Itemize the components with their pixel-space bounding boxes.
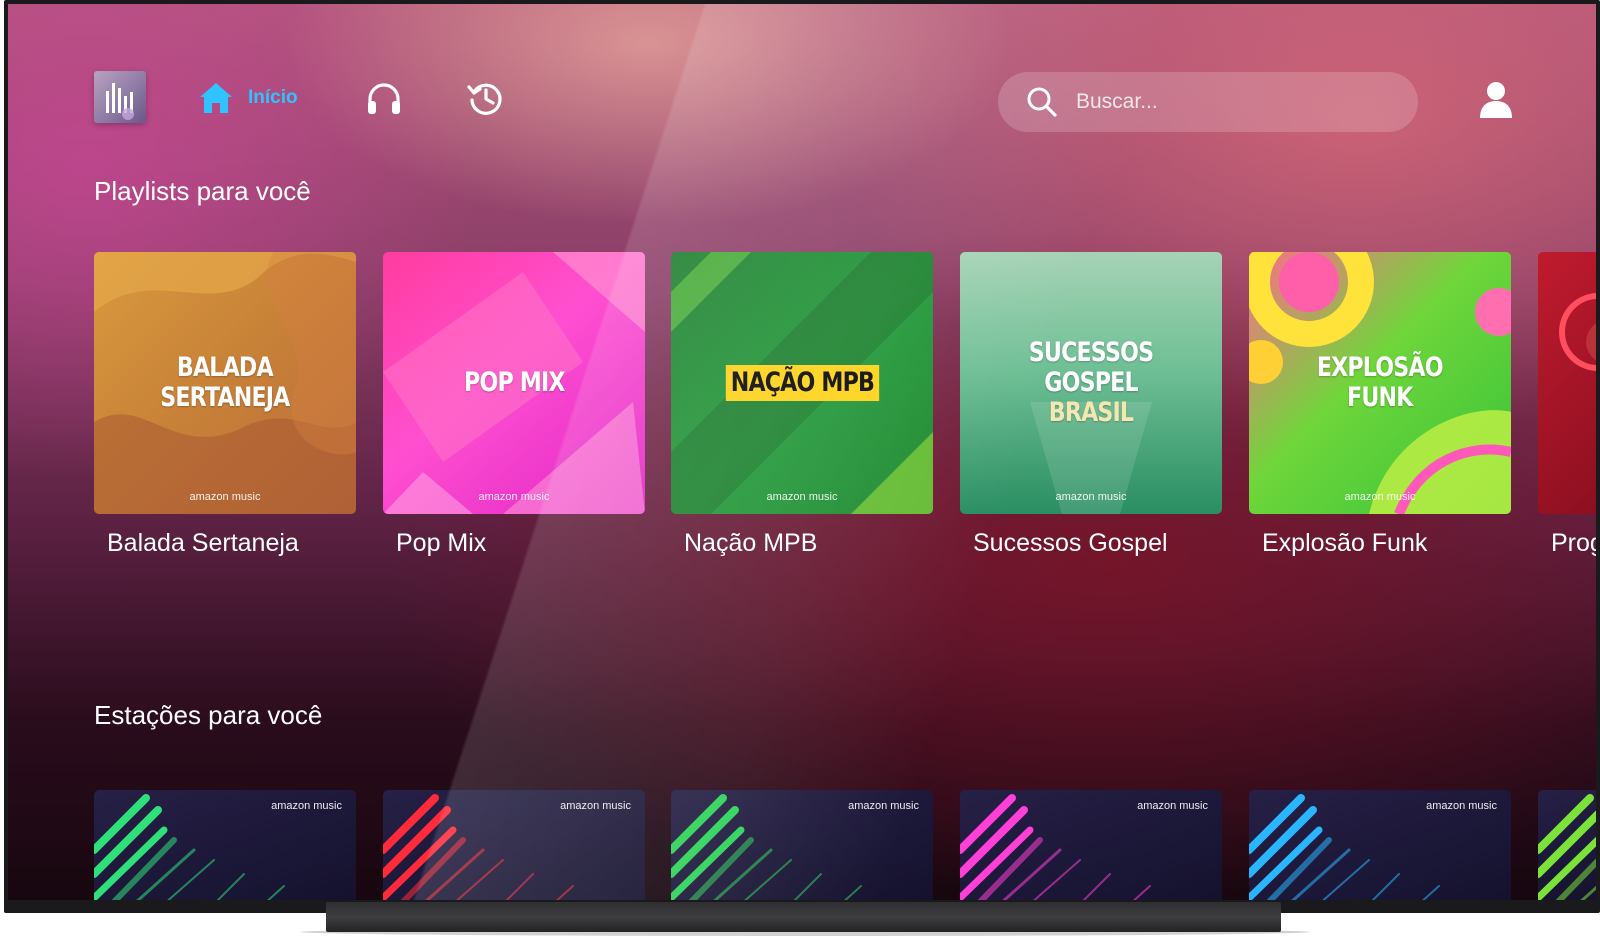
playlist-label[interactable]: Balada Sertaneja bbox=[107, 529, 299, 558]
station-stripes bbox=[1538, 794, 1596, 900]
station-stripe bbox=[1538, 794, 1594, 854]
history-icon bbox=[467, 83, 502, 115]
nav-home-label: Início bbox=[248, 87, 298, 108]
playlist-label[interactable]: Prog bbox=[1551, 529, 1596, 558]
station-stripe bbox=[1371, 873, 1400, 900]
station-stripe bbox=[1132, 885, 1151, 900]
equalizer-logo-icon[interactable] bbox=[94, 71, 146, 123]
cover-title-line: BALADA bbox=[177, 352, 274, 383]
amazon-music-brand: amazon music bbox=[766, 491, 838, 503]
station-stripe bbox=[960, 794, 1016, 854]
playlist-label[interactable]: Explosão Funk bbox=[1262, 529, 1427, 558]
search-icon bbox=[1027, 87, 1057, 117]
playlist-label[interactable]: Pop Mix bbox=[396, 529, 486, 558]
station-stripe bbox=[1322, 859, 1370, 900]
station-stripe bbox=[1082, 873, 1111, 900]
playlist-card-explosao-funk[interactable]: EXPLOSÃO FUNK amazon music bbox=[1249, 252, 1511, 514]
playlist-card-sucessos-gospel[interactable]: SUCESSOS GOSPEL BRASIL amazon music bbox=[960, 252, 1222, 514]
playlist-card-pop-mix[interactable]: POP MIX amazon music bbox=[383, 252, 645, 514]
profile-button[interactable] bbox=[1478, 80, 1514, 124]
user-icon bbox=[1480, 82, 1512, 118]
amazon-music-brand: amazon music bbox=[848, 800, 919, 812]
tv-stand bbox=[326, 902, 1281, 932]
amazon-music-brand: amazon music bbox=[560, 800, 631, 812]
cover-title-line: BRASIL bbox=[1048, 397, 1134, 428]
amazon-music-brand: amazon music bbox=[189, 491, 261, 503]
search-input[interactable] bbox=[1076, 90, 1396, 114]
station-stripe bbox=[94, 794, 150, 854]
station-stripe bbox=[383, 794, 439, 854]
amazon-music-brand: amazon music bbox=[1344, 491, 1416, 503]
cover-title-line: SUCESSOS GOSPEL bbox=[1028, 337, 1154, 398]
station-stripe bbox=[456, 859, 504, 900]
station-stripe bbox=[1033, 859, 1081, 900]
station-stripe bbox=[555, 885, 574, 900]
amazon-music-brand: amazon music bbox=[1137, 800, 1208, 812]
station-card[interactable]: amazon music bbox=[383, 790, 645, 900]
section-title-stations: Estações para você bbox=[94, 700, 323, 730]
playlist-label[interactable]: Sucessos Gospel bbox=[973, 529, 1168, 558]
station-card[interactable]: amazon music bbox=[94, 790, 356, 900]
station-stripe bbox=[266, 885, 285, 900]
amazon-music-brand: amazon music bbox=[1055, 491, 1127, 503]
station-stripe bbox=[1249, 794, 1305, 854]
nav-history[interactable] bbox=[466, 78, 506, 118]
amazon-music-brand: amazon music bbox=[271, 800, 342, 812]
section-title-playlists: Playlists para você bbox=[94, 176, 311, 206]
headphones-icon bbox=[368, 83, 400, 114]
station-card[interactable]: amazon music bbox=[671, 790, 933, 900]
playlist-card-partial[interactable] bbox=[1538, 252, 1596, 514]
cover-title-line: NAÇÃO MPB bbox=[730, 367, 874, 398]
station-stripe bbox=[793, 873, 822, 900]
station-card[interactable]: amazon music bbox=[960, 790, 1222, 900]
station-stripe bbox=[671, 794, 727, 854]
station-stripe bbox=[843, 885, 862, 900]
nav-headphones[interactable] bbox=[364, 78, 404, 118]
cover-title-line: POP MIX bbox=[463, 367, 565, 398]
nav-home[interactable]: Início bbox=[198, 76, 298, 120]
home-icon bbox=[200, 83, 232, 113]
station-card[interactable]: amazon music bbox=[1249, 790, 1511, 900]
playlist-card-balada-sertaneja[interactable]: BALADA SERTANEJA amazon music bbox=[94, 252, 356, 514]
station-stripe bbox=[167, 859, 215, 900]
cover-title-line: EXPLOSÃO bbox=[1317, 352, 1444, 383]
cover-title-line: SERTANEJA bbox=[160, 382, 290, 413]
station-stripe bbox=[505, 873, 534, 900]
amazon-music-brand: amazon music bbox=[1426, 800, 1497, 812]
station-stripe bbox=[216, 873, 245, 900]
search-bar[interactable] bbox=[998, 72, 1418, 132]
station-stripe bbox=[744, 859, 792, 900]
amazon-music-brand: amazon music bbox=[478, 491, 550, 503]
playlist-card-nacao-mpb[interactable]: NAÇÃO MPB amazon music bbox=[671, 252, 933, 514]
playlist-label[interactable]: Nação MPB bbox=[684, 529, 817, 558]
cover-title-line: FUNK bbox=[1347, 382, 1413, 413]
tv-screen: Início Playlists para você bbox=[8, 4, 1596, 900]
station-stripe bbox=[1421, 885, 1440, 900]
station-card-partial[interactable] bbox=[1538, 790, 1596, 900]
